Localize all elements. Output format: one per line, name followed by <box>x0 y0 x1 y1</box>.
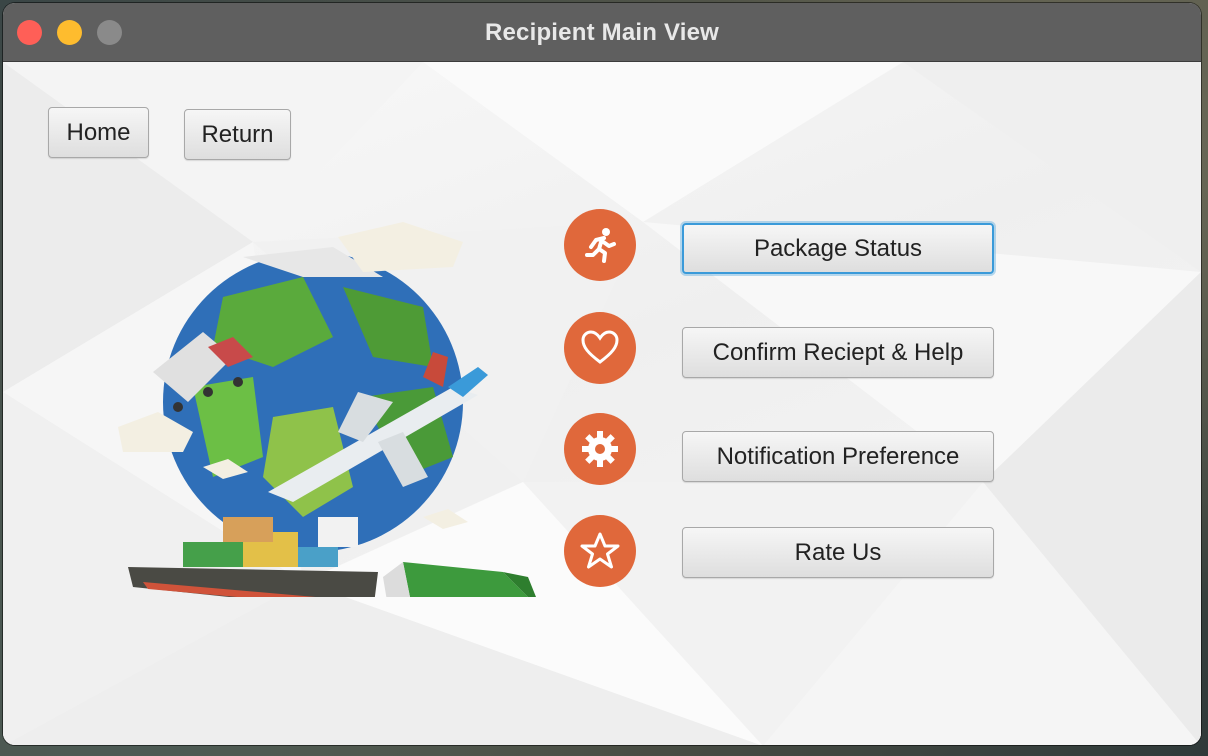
return-button-label: Return <box>201 120 274 148</box>
global-logistics-illustration <box>118 222 536 597</box>
gear-icon <box>564 413 636 485</box>
main-content: Home Return Package Status Confirm Recie… <box>3 62 1201 745</box>
running-person-icon <box>564 209 636 281</box>
title-bar[interactable]: Recipient Main View <box>3 3 1201 62</box>
rate-us-button[interactable]: Rate Us <box>682 527 994 578</box>
heart-icon <box>564 312 636 384</box>
rate-us-label: Rate Us <box>794 538 882 566</box>
app-window: Recipient Main View Home Return Package … <box>3 3 1201 745</box>
confirm-receipt-help-button[interactable]: Confirm Reciept & Help <box>682 327 994 378</box>
return-button[interactable]: Return <box>184 109 291 160</box>
home-button-label: Home <box>66 118 131 146</box>
home-button[interactable]: Home <box>48 107 149 158</box>
notification-preference-button[interactable]: Notification Preference <box>682 431 994 482</box>
window-title: Recipient Main View <box>484 19 720 46</box>
notification-preference-label: Notification Preference <box>716 442 960 470</box>
star-icon <box>564 515 636 587</box>
package-status-label: Package Status <box>753 234 923 262</box>
package-status-button[interactable]: Package Status <box>682 223 994 274</box>
confirm-receipt-help-label: Confirm Reciept & Help <box>712 338 964 366</box>
